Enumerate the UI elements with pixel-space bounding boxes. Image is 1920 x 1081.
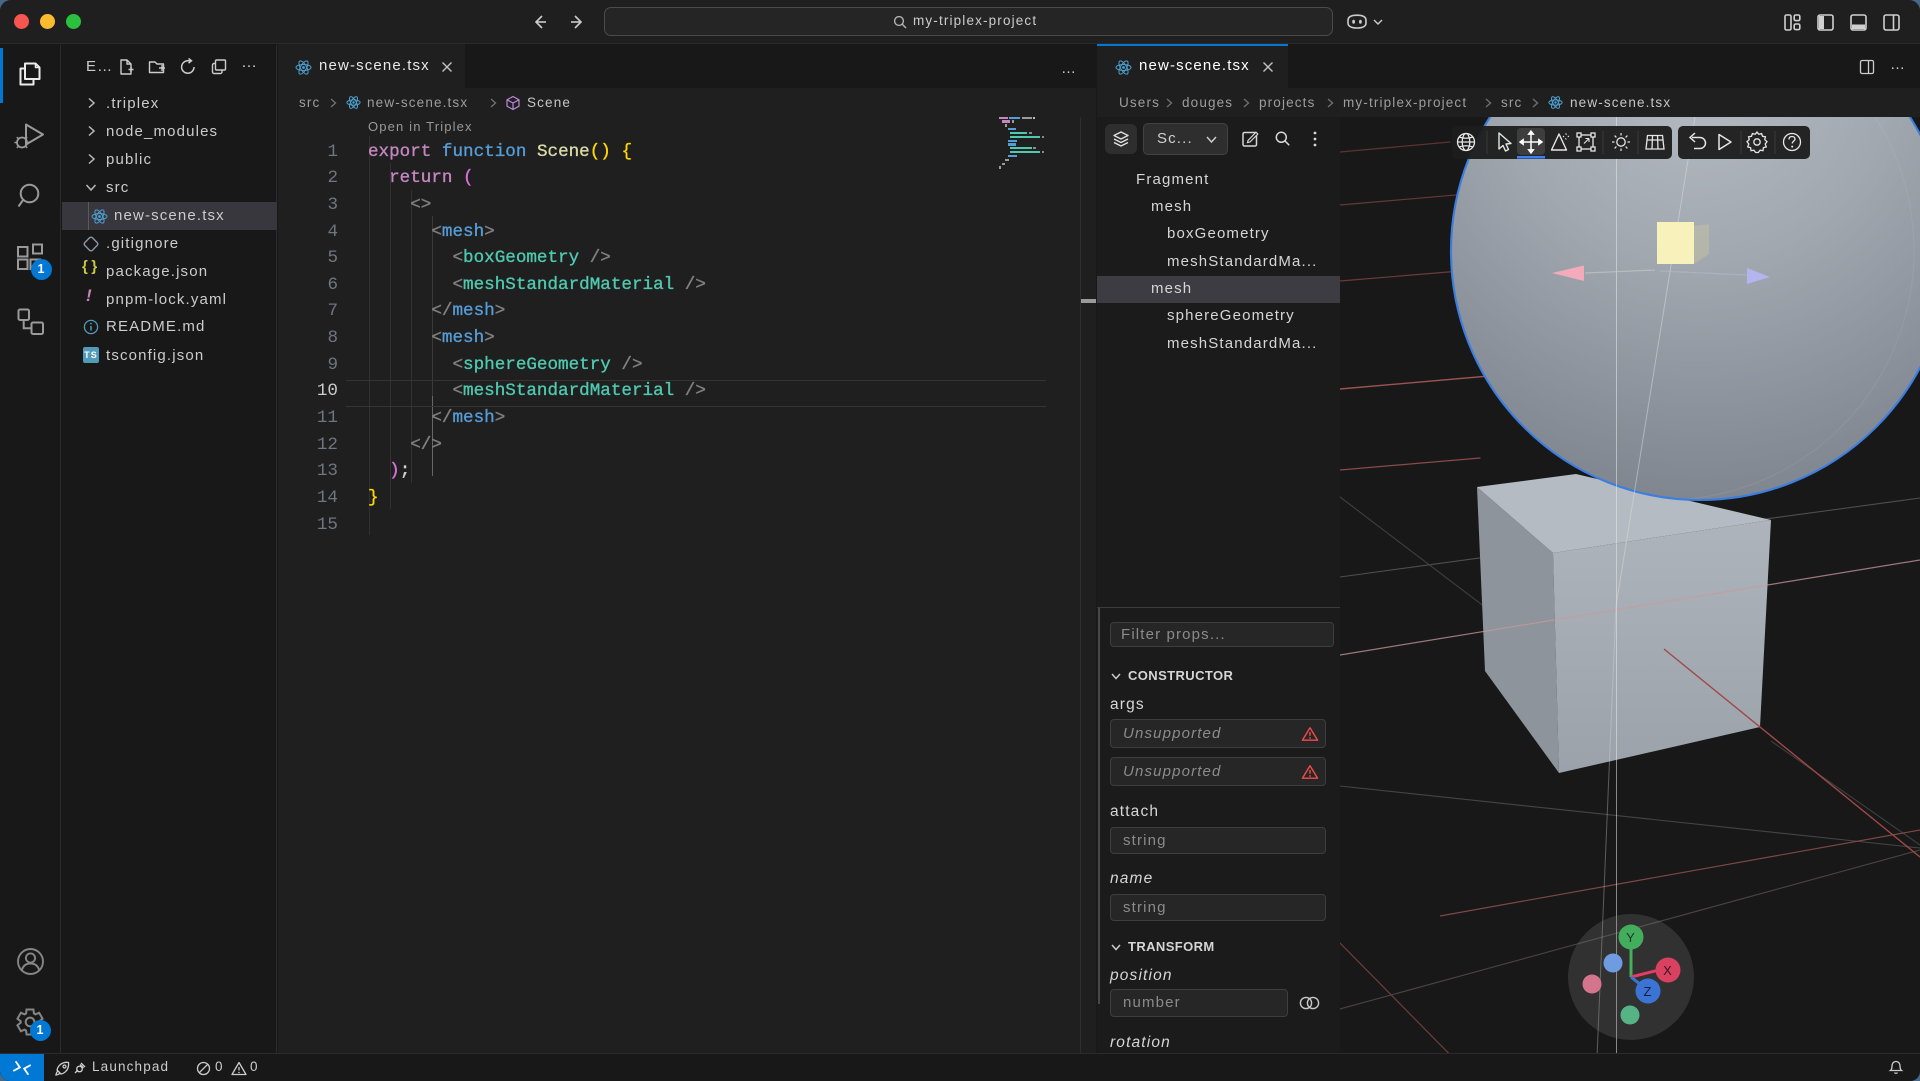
svg-text:Y: Y [1626,930,1636,945]
svg-text:X: X [1663,963,1673,978]
svg-text:Z: Z [1643,984,1652,999]
